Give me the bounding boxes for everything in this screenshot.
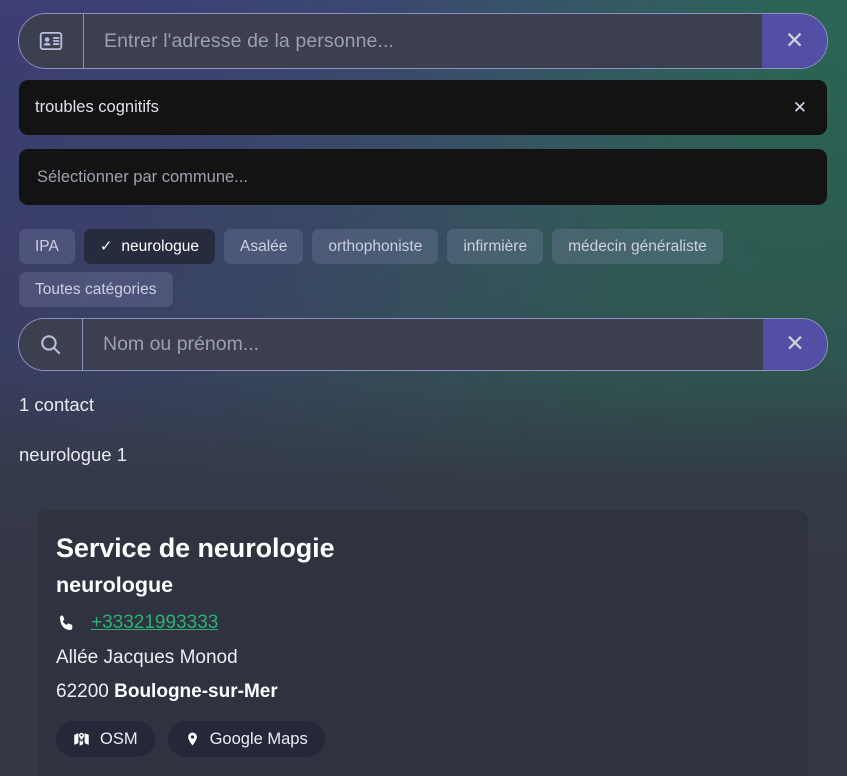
chip-label: Asalée [240,237,288,255]
keyword-clear-icon[interactable]: ✕ [789,98,811,118]
card-subtitle: neurologue [56,573,174,598]
map-button-group: OSM Google Maps [56,721,808,758]
card-city: Boulogne-sur-Mer [114,681,278,703]
contact-search-page: Entrer l'adresse de la personne... ✕ tro… [0,0,847,776]
search-icon [38,332,63,357]
chip-label: Toutes catégories [35,280,157,298]
close-icon: ✕ [785,331,805,357]
name-search-bar: Nom ou prénom... ✕ [18,318,828,371]
name-input-placeholder: Nom ou prénom... [103,333,260,355]
chip-label: neurologue [121,237,199,255]
contact-result-card[interactable]: Service de neurologie neurologue +333219… [38,510,808,776]
chip-label: orthophoniste [328,237,423,255]
card-phone-row: +33321993333 [56,612,808,634]
chip-infirmiere[interactable]: infirmière [447,229,544,264]
check-icon: ✓ [99,237,113,255]
chip-label: médecin généraliste [568,237,707,255]
chip-orthophoniste[interactable]: orthophoniste [312,229,439,264]
google-maps-button-label: Google Maps [209,729,308,748]
card-title: Service de neurologie [56,533,335,563]
category-count-label: neurologue 1 [19,444,128,465]
google-maps-button[interactable]: Google Maps [167,721,325,758]
chip-asalee[interactable]: Asalée [224,229,304,264]
search-icon-box [19,319,83,370]
category-chip-list: IPA ✓ neurologue Asalée orthophoniste in… [19,229,829,307]
keyword-tag-field[interactable]: troubles cognitifs ✕ [19,80,827,135]
close-icon: ✕ [784,27,805,54]
chip-ipa[interactable]: IPA [19,229,75,264]
address-input-wrapper[interactable]: Entrer l'adresse de la personne... [84,14,762,68]
map-icon [73,731,90,748]
contact-card-icon-box [19,14,84,68]
name-input-wrapper[interactable]: Nom ou prénom... [83,319,763,370]
name-clear-button[interactable]: ✕ [763,319,827,370]
osm-button[interactable]: OSM [56,721,155,758]
card-phone-link[interactable]: +33321993333 [91,612,218,634]
card-postal-code: 62200 [56,681,109,703]
chip-toutes-categories[interactable]: Toutes catégories [19,272,173,307]
contact-count-label: 1 contact [19,394,95,415]
commune-select[interactable]: Sélectionner par commune... [19,149,827,205]
osm-button-label: OSM [100,729,138,748]
chip-neurologue[interactable]: ✓ neurologue [83,229,215,264]
keyword-tag-value: troubles cognitifs [35,98,159,116]
address-input-placeholder: Entrer l'adresse de la personne... [104,29,395,52]
chip-label: IPA [35,237,59,255]
chip-medecin-generaliste[interactable]: médecin généraliste [552,229,723,264]
phone-icon [56,613,77,634]
address-clear-button[interactable]: ✕ [762,14,827,68]
address-search-bar: Entrer l'adresse de la personne... ✕ [18,13,828,69]
card-street: Allée Jacques Monod [56,647,238,669]
card-city-row: 62200 Boulogne-sur-Mer [56,681,808,703]
chip-label: infirmière [463,237,528,255]
commune-select-placeholder: Sélectionner par commune... [37,167,248,186]
contact-card-icon [38,28,64,54]
map-pin-icon [185,730,200,748]
